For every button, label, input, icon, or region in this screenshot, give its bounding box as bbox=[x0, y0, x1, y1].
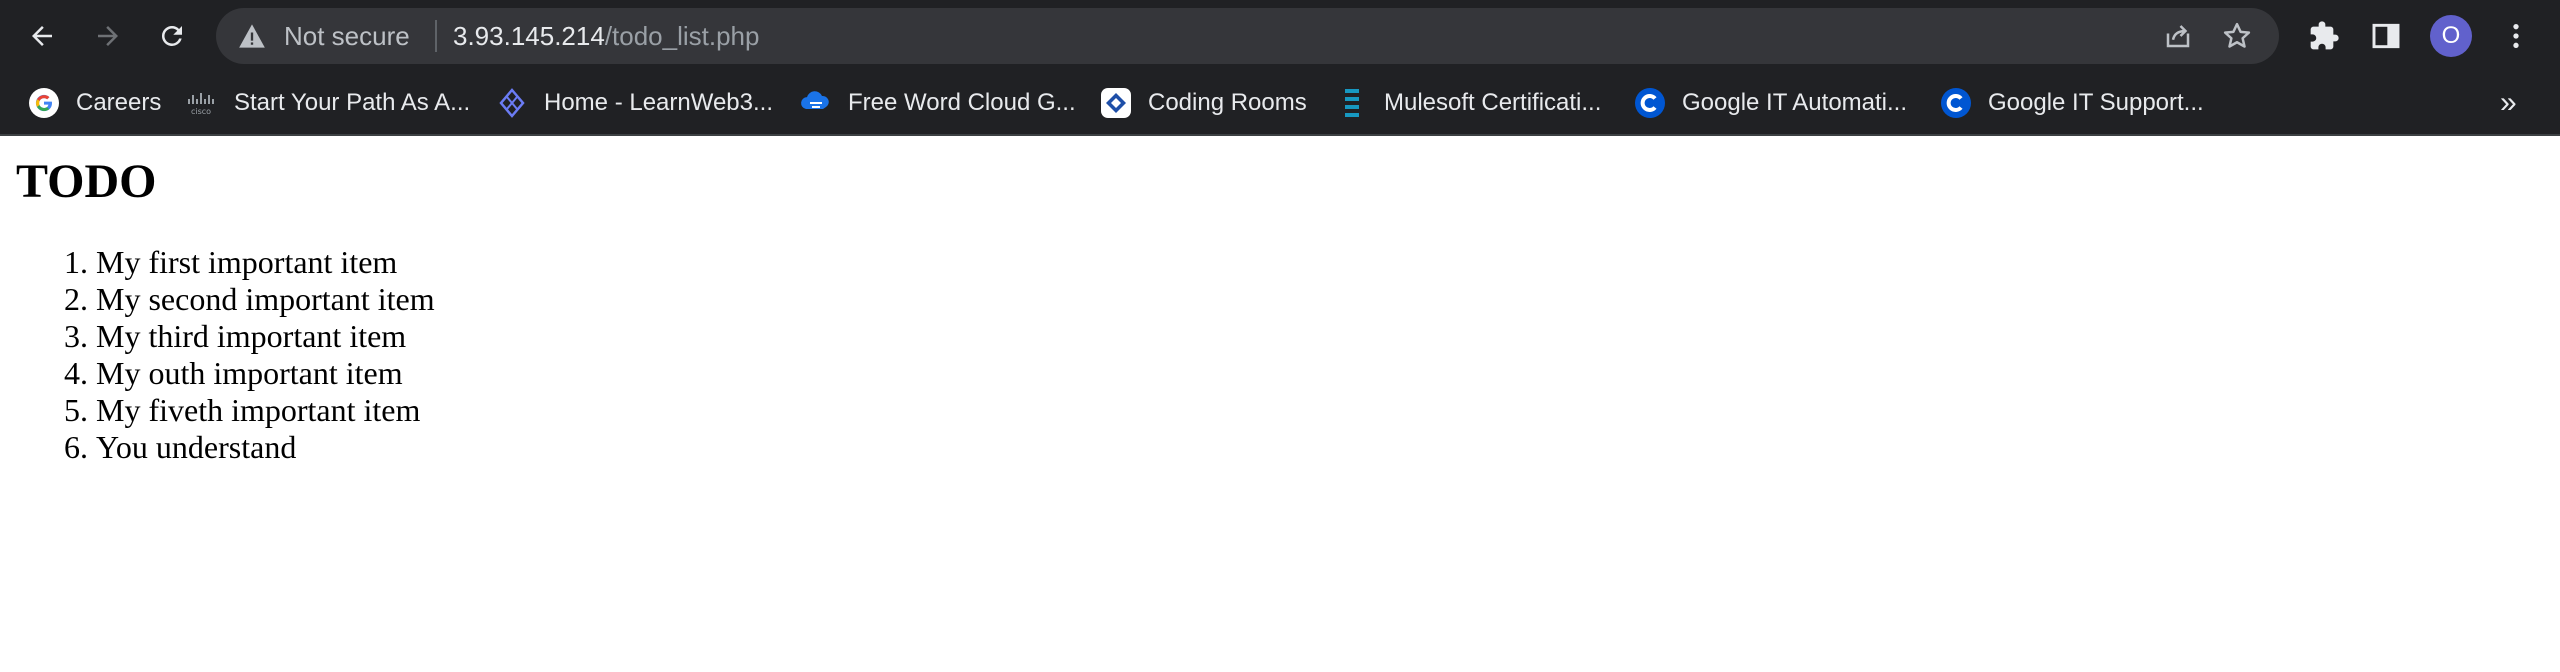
svg-text:cisco: cisco bbox=[191, 107, 211, 116]
coursera-icon bbox=[1941, 88, 1971, 118]
url-host: 3.93.145.214 bbox=[453, 21, 605, 51]
bookmark-label: Coding Rooms bbox=[1148, 89, 1307, 116]
wordcloud-icon bbox=[801, 91, 829, 109]
back-arrow-icon bbox=[32, 26, 52, 46]
bookmark-label: Google IT Support... bbox=[1988, 89, 2204, 116]
extensions-puzzle-icon[interactable] bbox=[2308, 20, 2340, 52]
browser-chrome: Not secure 3.93.145.214/todo_list.php O … bbox=[0, 0, 2560, 136]
bookmark-star-icon[interactable] bbox=[2222, 21, 2252, 51]
list-item: My third important item bbox=[96, 318, 435, 355]
bookmark-google-it-automation[interactable]: Google IT Automati... bbox=[1634, 72, 1907, 134]
bookmark-label: Mulesoft Certificati... bbox=[1384, 89, 1602, 116]
bookmark-careers[interactable]: Careers bbox=[28, 72, 161, 134]
reload-button[interactable] bbox=[144, 8, 200, 64]
bookmark-mulesoft[interactable]: Mulesoft Certificati... bbox=[1336, 72, 1601, 134]
bookmark-label: Free Word Cloud G... bbox=[848, 89, 1076, 116]
mulesoft-icon bbox=[1345, 89, 1359, 117]
warning-icon[interactable] bbox=[238, 23, 266, 49]
cisco-icon: cisco bbox=[188, 93, 214, 116]
bookmark-google-it-support[interactable]: Google IT Support... bbox=[1940, 72, 2204, 134]
bookmark-label: Careers bbox=[76, 89, 162, 116]
bookmark-coding-rooms[interactable]: Coding Rooms bbox=[1100, 72, 1307, 134]
forward-button[interactable] bbox=[80, 8, 136, 64]
bookmark-word-cloud[interactable]: Free Word Cloud G... bbox=[800, 72, 1076, 134]
coding-rooms-icon bbox=[1101, 88, 1131, 118]
list-item: My first important item bbox=[96, 244, 435, 281]
google-icon bbox=[29, 88, 59, 118]
list-item: You understand bbox=[96, 429, 435, 466]
page-title: TODO bbox=[16, 155, 157, 208]
list-item: My outh important item bbox=[96, 355, 435, 392]
address-divider bbox=[435, 20, 437, 52]
address-bar[interactable]: Not secure 3.93.145.214/todo_list.php bbox=[216, 8, 2279, 64]
share-icon[interactable] bbox=[2163, 21, 2193, 51]
bookmark-label: Start Your Path As A... bbox=[234, 89, 471, 116]
coursera-icon bbox=[1635, 88, 1665, 118]
reload-icon bbox=[161, 25, 182, 46]
todo-list: My first important item My second import… bbox=[0, 244, 435, 466]
profile-avatar[interactable]: O bbox=[2430, 15, 2472, 57]
bookmark-cisco[interactable]: cisco Start Your Path As A... bbox=[186, 72, 470, 134]
bookmark-learnweb3[interactable]: Home - LearnWeb3... bbox=[496, 72, 773, 134]
side-panel-icon[interactable] bbox=[2370, 20, 2402, 52]
more-menu-icon[interactable] bbox=[2500, 20, 2532, 52]
url-path: /todo_list.php bbox=[604, 21, 760, 51]
list-item: My fiveth important item bbox=[96, 392, 435, 429]
bookmarks-overflow-button[interactable]: » bbox=[2500, 72, 2517, 134]
back-button[interactable] bbox=[14, 8, 70, 64]
bookmark-label: Home - LearnWeb3... bbox=[544, 89, 773, 116]
bookmarks-bar: Careers cisco Start Your Path As A... Ho… bbox=[0, 72, 2560, 136]
forward-arrow-icon bbox=[98, 26, 118, 46]
security-status-label[interactable]: Not secure bbox=[284, 8, 410, 64]
bookmark-label: Google IT Automati... bbox=[1682, 89, 1908, 116]
url-text[interactable]: 3.93.145.214/todo_list.php bbox=[453, 8, 759, 64]
browser-toolbar: Not secure 3.93.145.214/todo_list.php O bbox=[0, 0, 2560, 72]
learnweb3-icon bbox=[499, 88, 525, 118]
list-item: My second important item bbox=[96, 281, 435, 318]
